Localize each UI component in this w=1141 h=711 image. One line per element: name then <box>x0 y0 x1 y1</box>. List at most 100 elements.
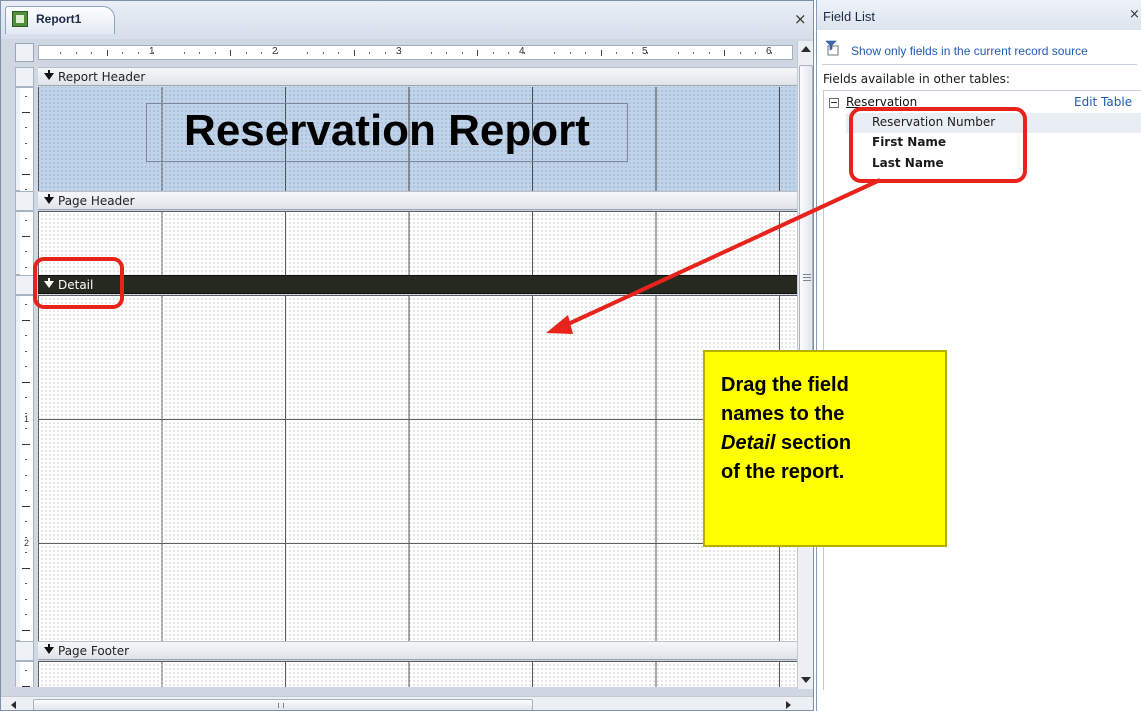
ruler-tick <box>25 251 27 252</box>
field-item-first-name[interactable]: First Name <box>846 133 1141 153</box>
band-label: Page Header <box>58 194 135 208</box>
divider <box>822 64 1137 65</box>
ruler-tick <box>153 52 155 54</box>
ruler-number: 1 <box>24 414 30 424</box>
ruler-tick <box>22 173 30 175</box>
field-label: First Name <box>872 135 947 149</box>
report-selector[interactable] <box>15 43 34 62</box>
ruler-tick <box>338 52 340 54</box>
ruler-tick <box>25 350 27 352</box>
report-header-ruler <box>15 87 34 192</box>
report-header-band[interactable]: Report Header <box>38 67 797 86</box>
ruler-tick <box>25 428 27 429</box>
page-footer-selector[interactable] <box>15 641 34 661</box>
vertical-scrollbar[interactable] <box>797 41 814 689</box>
show-only-fields-link[interactable]: Show only fields in the current record s… <box>851 44 1088 58</box>
ruler-tick <box>25 490 27 491</box>
page-footer-band[interactable]: Page Footer <box>38 641 797 660</box>
ruler-tick <box>60 52 62 54</box>
ruler-tick <box>446 52 448 54</box>
field-item-last-name[interactable]: Last Name <box>846 154 1141 174</box>
ruler-tick <box>400 52 402 54</box>
field-item-reservation-number[interactable]: Reservation Number <box>846 113 1141 133</box>
scroll-left-icon[interactable] <box>9 700 19 710</box>
ruler-tick <box>230 50 232 56</box>
ruler-tick <box>25 552 27 553</box>
ruler-tick <box>22 443 30 445</box>
detail-section[interactable] <box>38 295 797 641</box>
ruler-tick <box>353 50 355 56</box>
scroll-down-icon[interactable] <box>798 671 814 688</box>
ruler-tick <box>22 629 30 631</box>
ruler-tick <box>384 52 386 54</box>
field-list-titlebar: Field List × <box>817 0 1141 30</box>
ruler-tick <box>322 52 324 54</box>
ruler-tick <box>25 142 27 144</box>
band-label: Detail <box>58 278 94 292</box>
report1-tab[interactable]: Report1 <box>5 6 115 34</box>
band-label: Report Header <box>58 70 146 84</box>
ruler-tick <box>25 412 27 414</box>
horizontal-ruler[interactable]: 1 2 3 4 5 6 <box>38 45 793 60</box>
ruler-tick <box>647 52 649 54</box>
ruler-tick <box>25 158 27 159</box>
detail-selector[interactable] <box>15 275 34 295</box>
tab-label: Report1 <box>36 12 82 26</box>
other-tables-label: Fields available in other tables: <box>823 72 1010 86</box>
ruler-tick <box>693 52 695 54</box>
ruler-tick <box>25 127 27 128</box>
vertical-scroll-thumb[interactable] <box>799 65 813 505</box>
ruler-tick <box>22 685 30 687</box>
page-header-selector[interactable] <box>15 191 34 211</box>
filter-fields-icon[interactable] <box>825 40 841 56</box>
edit-table-link[interactable]: Edit Table <box>1074 95 1132 109</box>
collapse-icon[interactable] <box>829 98 839 108</box>
report-title-label[interactable]: Reservation Report <box>146 103 628 162</box>
ruler-tick <box>25 335 27 336</box>
ruler-tick <box>91 52 93 54</box>
ruler-tick <box>477 50 479 56</box>
ruler-tick <box>600 50 602 56</box>
ruler-tick <box>25 474 27 476</box>
ruler-tick <box>755 52 757 54</box>
ruler-tick <box>523 52 525 54</box>
horizontal-scroll-thumb[interactable] <box>33 699 533 710</box>
grip-icon <box>803 274 811 281</box>
field-label: Last Name <box>872 156 944 170</box>
ruler-tick <box>307 52 309 54</box>
page-footer-section[interactable] <box>38 661 797 687</box>
ruler-tick <box>25 96 27 97</box>
ruler-tick <box>677 52 679 54</box>
ruler-tick <box>22 235 30 237</box>
page-header-band[interactable]: Page Header <box>38 191 797 210</box>
detail-band[interactable]: Detail <box>38 275 797 294</box>
band-arrow-icon <box>44 70 54 80</box>
scroll-right-icon[interactable] <box>783 700 793 710</box>
report-window: Report1 × 1 2 3 4 5 6 1 2 Report Header … <box>0 0 814 711</box>
report-title-text: Reservation Report <box>184 106 590 155</box>
ruler-tick <box>25 583 27 584</box>
ruler-tick <box>245 52 247 54</box>
ruler-tick <box>122 52 124 54</box>
report-icon <box>12 11 28 27</box>
detail-ruler: 1 2 <box>15 295 34 642</box>
ruler-tick <box>75 52 77 54</box>
field-list-title: Field List <box>823 9 876 24</box>
ruler-tick <box>554 52 556 54</box>
ruler-tick <box>770 52 772 54</box>
ruler-tick <box>22 381 30 383</box>
ruler-tick <box>25 459 27 460</box>
close-icon[interactable]: × <box>1129 7 1140 22</box>
band-arrow-icon <box>44 644 54 654</box>
report-header-selector[interactable] <box>15 67 34 87</box>
page-header-section[interactable] <box>38 211 797 275</box>
ruler-tick <box>25 220 27 221</box>
table-name[interactable]: Reservation <box>846 95 917 109</box>
page-header-ruler <box>15 211 34 276</box>
scroll-up-icon[interactable] <box>798 41 814 58</box>
ruler-tick <box>739 52 741 54</box>
report-header-section[interactable]: Reservation Report <box>38 87 797 191</box>
horizontal-scrollbar[interactable] <box>1 696 813 710</box>
close-report-button[interactable]: × <box>794 10 807 28</box>
ruler-tick <box>199 52 201 54</box>
